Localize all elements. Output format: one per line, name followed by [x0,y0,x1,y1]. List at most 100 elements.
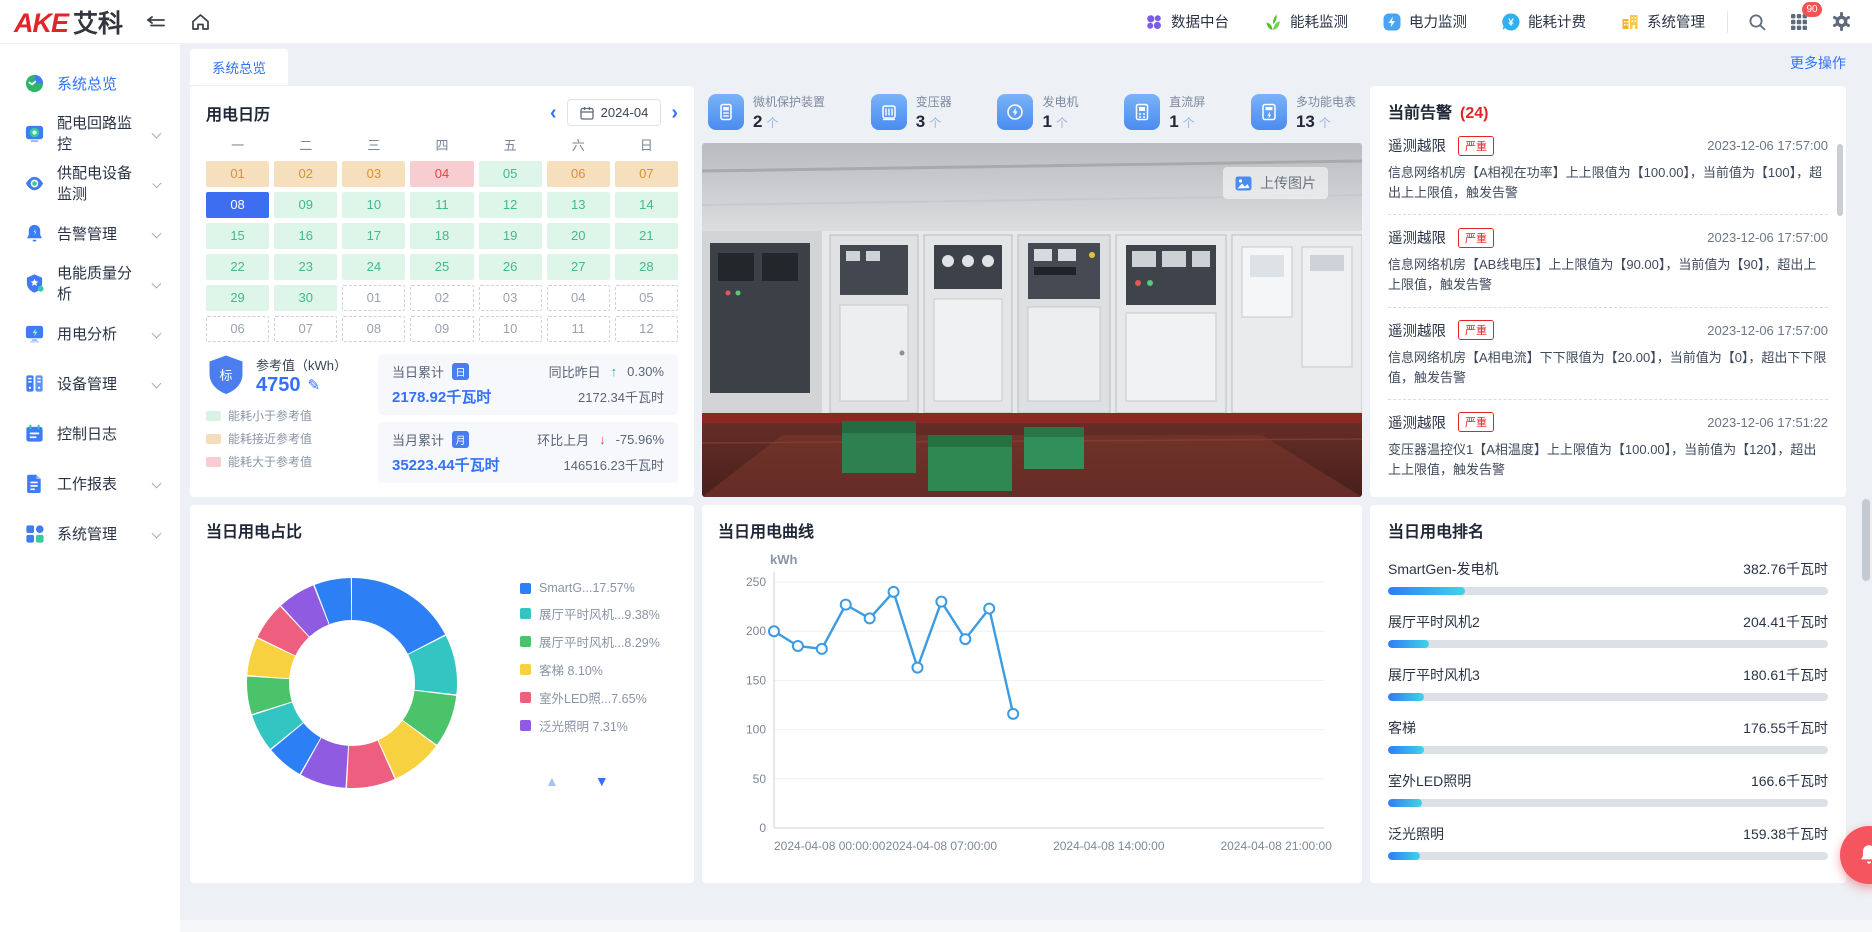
calendar-day[interactable]: 30 [274,285,337,311]
rank-value: 166.6千瓦时 [1751,771,1828,791]
device-count-row: 13个 [1296,112,1356,132]
legend-page-down-icon[interactable]: ▼ [595,773,609,789]
calendar-day[interactable]: 01 [206,161,269,187]
calendar-day[interactable]: 11 [547,316,610,342]
calendar-day[interactable]: 12 [615,316,678,342]
calendar-day[interactable]: 10 [479,316,542,342]
calendar-day[interactable]: 10 [342,192,405,218]
device-unit: 个 [929,114,941,131]
rank-value: 180.61千瓦时 [1743,665,1828,685]
nav-item-system-admin[interactable]: 系统管理 [1620,11,1705,32]
calendar-day[interactable]: 24 [342,254,405,280]
protection-device-icon [708,94,744,130]
sidebar-item-8[interactable]: 控制日志 [0,408,180,458]
x-tick-label: 2024-04-08 00:00:00 [774,839,886,853]
legend-label: 能耗接近参考值 [228,430,312,447]
search-icon[interactable] [1744,9,1770,35]
summary-value: 35223.44千瓦时 [392,454,500,475]
calendar-day[interactable]: 13 [547,192,610,218]
calendar-day[interactable]: 29 [206,285,269,311]
chevron-down-icon [152,128,162,138]
pie-legend-swatch [520,664,531,675]
calendar-day[interactable]: 03 [342,161,405,187]
home-icon[interactable] [185,7,215,37]
summary-right: 环比上月↓-75.96%146516.23千瓦时 [537,430,664,475]
gear-icon[interactable] [1828,9,1854,35]
sidebar-item-4[interactable]: 告警管理 [0,208,180,258]
calendar-day[interactable]: 21 [615,223,678,249]
calendar-day[interactable]: 07 [274,316,337,342]
sidebar-item-5[interactable]: 电能质量分析 [0,258,180,308]
sidebar-item-3[interactable]: 供配电设备监测 [0,158,180,208]
calendar-next-icon[interactable]: › [671,103,678,123]
calendar-day[interactable]: 16 [274,223,337,249]
calendar-day[interactable]: 26 [479,254,542,280]
data-point [889,587,899,597]
nav-item-billing[interactable]: ¥能耗计费 [1501,11,1586,32]
calendar-day[interactable]: 22 [206,254,269,280]
nav-item-data-platform[interactable]: 数据中台 [1144,11,1229,32]
usage-summary: 当日累计日2178.92千瓦时同比昨日↑0.30%2172.34千瓦时当月累计月… [378,354,678,483]
calendar-day[interactable]: 02 [410,285,473,311]
pie-legend-swatch [520,608,531,619]
calendar-day[interactable]: 09 [274,192,337,218]
calendar-day[interactable]: 07 [615,161,678,187]
device-stats-row: 微机保护装置2个变压器3个发电机1个直流屏1个多功能电表13个 [702,86,1362,138]
rank-row-top: 展厅平时风机3180.61千瓦时 [1388,665,1828,685]
calendar-day[interactable]: 20 [547,223,610,249]
sidebar-item-9[interactable]: 工作报表 [0,458,180,508]
weekday-label: 二 [274,136,337,156]
apps-grid-icon[interactable]: 90 [1786,9,1812,35]
calendar-day[interactable]: 23 [274,254,337,280]
svg-text:标: 标 [219,368,232,383]
calendar-day[interactable]: 19 [479,223,542,249]
calendar-day[interactable]: 05 [615,285,678,311]
upload-image-button[interactable]: 上传图片 [1223,167,1328,199]
calendar-legend: 能耗小于参考值能耗接近参考值能耗大于参考值 [206,407,366,470]
calendar-day[interactable]: 15 [206,223,269,249]
month-picker[interactable]: 2024-04 [567,99,662,126]
calendar-day[interactable]: 02 [274,161,337,187]
more-actions-link[interactable]: 更多操作 [1790,53,1846,73]
arrow-up-icon: ↑ [611,364,618,379]
nav-item-power-monitor[interactable]: 电力监测 [1382,11,1467,32]
calendar-day[interactable]: 04 [547,285,610,311]
calendar-day[interactable]: 05 [479,161,542,187]
calendar-day[interactable]: 11 [410,192,473,218]
multi-meter-icon [1251,94,1287,130]
pie-legend-label: SmartG...17.57% [539,581,635,595]
sidebar-collapse-icon[interactable] [141,7,171,37]
page-scrollbar[interactable] [1862,499,1870,581]
calendar-day[interactable]: 17 [342,223,405,249]
calendar-day[interactable]: 03 [479,285,542,311]
sidebar-item-label: 控制日志 [57,423,117,444]
calendar-day[interactable]: 04 [410,161,473,187]
calendar-day[interactable]: 18 [410,223,473,249]
calendar-day[interactable]: 06 [206,316,269,342]
tab-system-overview[interactable]: 系统总览 [190,49,288,85]
device-stat-multi-meter: 多功能电表13个 [1251,93,1356,132]
calendar-day[interactable]: 12 [479,192,542,218]
alerts-scrollbar[interactable] [1837,144,1843,216]
calendar-day[interactable]: 06 [547,161,610,187]
calendar-day[interactable]: 27 [547,254,610,280]
summary-tag-icon: 月 [452,431,469,448]
sidebar-item-2[interactable]: 配电回路监控 [0,108,180,158]
alert-item: 遥测越限严重2023-12-06 17:57:00信息网络机房【A相视在功率】上… [1388,123,1828,215]
legend-page-up-icon[interactable]: ▲ [545,773,559,789]
sidebar-item-7[interactable]: 设备管理 [0,358,180,408]
nav-item-energy-monitor[interactable]: 能耗监测 [1263,11,1348,32]
edit-reference-icon[interactable]: ✎ [308,376,321,394]
calendar-day[interactable]: 08 [342,316,405,342]
calendar-day[interactable]: 08 [206,192,269,218]
alert-time: 2023-12-06 17:57:00 [1707,138,1828,153]
calendar-day[interactable]: 25 [410,254,473,280]
calendar-day[interactable]: 01 [342,285,405,311]
sidebar-item-10[interactable]: 系统管理 [0,508,180,558]
sidebar-item-6[interactable]: 用电分析 [0,308,180,358]
calendar-day[interactable]: 14 [615,192,678,218]
calendar-prev-icon[interactable]: ‹ [550,103,557,123]
calendar-day[interactable]: 28 [615,254,678,280]
calendar-day[interactable]: 09 [410,316,473,342]
sidebar-item-1[interactable]: 系统总览 [0,58,180,108]
